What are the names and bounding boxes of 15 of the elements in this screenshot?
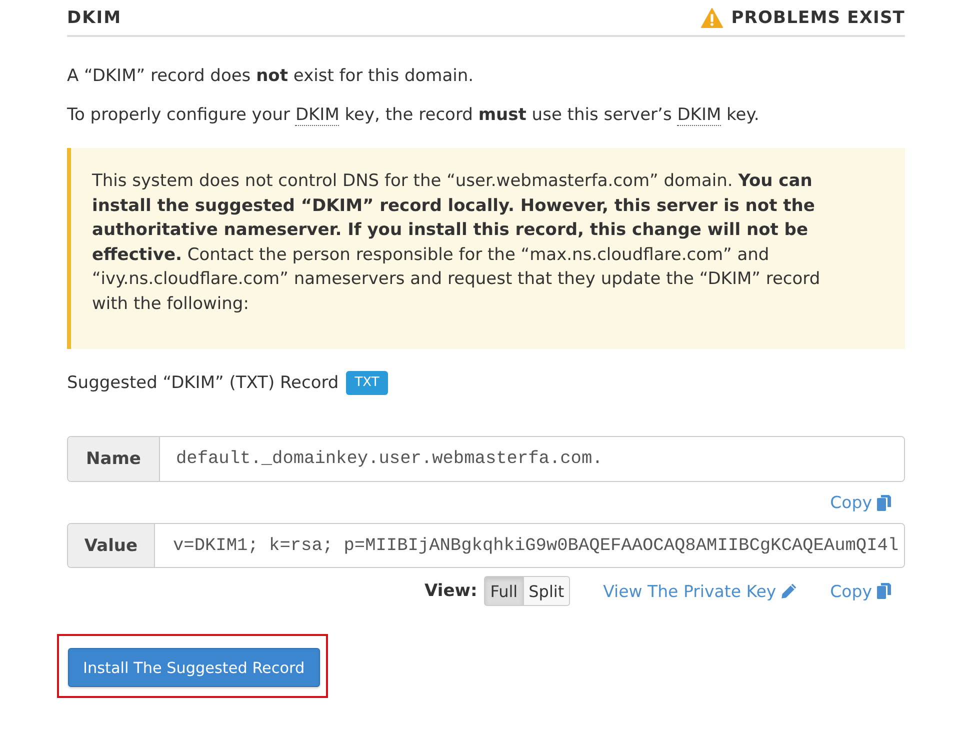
- message-text: To properly configure your DKIM key, the record must use this server’s DKIM key.: [67, 104, 760, 127]
- copy-icon: [877, 583, 891, 599]
- alert-text: This system does not control DNS for the “user.webmasterfa.com” domain. You can install the suggested “DKIM” record locally. However, this server is not the authoritative nameserver. If you install this record, this change will not be effective. Contact the person responsible for the “max.ns.cloudflare.com” and “ivy.ns.cloudflare.com” nameservers and request that they update the “DKIM” record with the following:: [92, 170, 822, 316]
- view-toggle-button[interactable]: Split: [524, 576, 570, 606]
- copy-icon: [877, 494, 891, 510]
- section-title: DKIM: [67, 8, 122, 28]
- pencil-icon: [781, 583, 798, 599]
- view-toggle-button[interactable]: Full: [484, 576, 524, 606]
- install-button[interactable]: Install The Suggested Record: [68, 648, 320, 687]
- view-label: View:: [424, 581, 478, 601]
- record-type-badge: TXT: [346, 371, 388, 395]
- status-label: PROBLEMS EXIST: [731, 8, 905, 28]
- warning-icon: [701, 8, 724, 28]
- record-title: Suggested “DKIM” (TXT) Record: [67, 373, 339, 393]
- message-text: A “DKIM” record does not exist for this domain.: [67, 65, 475, 88]
